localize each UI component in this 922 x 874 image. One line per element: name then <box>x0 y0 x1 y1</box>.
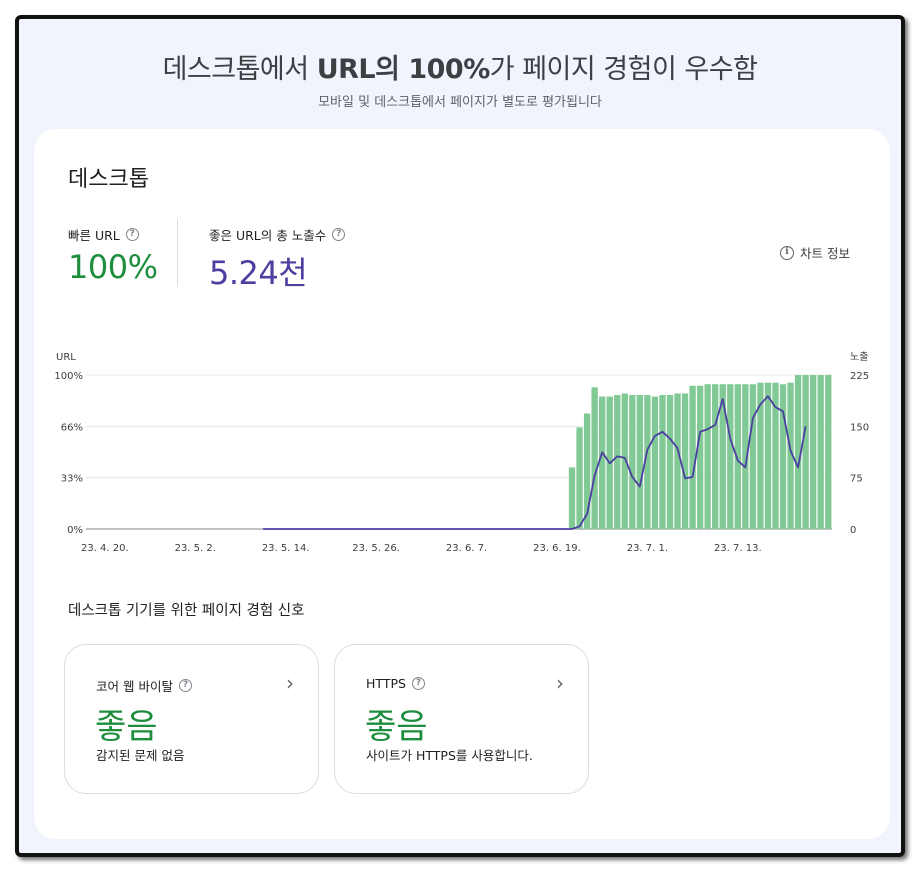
chart-bar <box>779 384 787 529</box>
signal-title: 코어 웹 바이탈 <box>96 679 173 694</box>
window-frame: 데스크톱에서 URL의 100%가 페이지 경험이 우수함 모바일 및 데스크톱… <box>15 15 905 857</box>
help-icon[interactable]: ? <box>178 679 192 692</box>
chart-bar <box>825 375 832 529</box>
metric-value: 100% <box>68 248 158 286</box>
x-tick-label: 23. 5. 14. <box>262 543 310 554</box>
chart-bar <box>696 385 704 529</box>
help-icon[interactable]: ? <box>125 228 139 241</box>
chart-bar <box>629 395 636 529</box>
y-left-axis-label: URL <box>56 352 76 363</box>
help-icon[interactable]: ? <box>411 677 425 690</box>
chart-bar <box>802 375 809 529</box>
y-right-tick-label: 225 <box>850 371 869 382</box>
x-tick-label: 23. 5. 26. <box>352 543 400 554</box>
metric-label: 빠른 URL <box>68 228 120 243</box>
chart-bar <box>712 384 719 529</box>
y-left-tick-label: 66% <box>61 422 83 433</box>
x-tick-label: 23. 7. 1. <box>627 543 668 554</box>
x-tick-label: 23. 6. 19. <box>533 543 581 554</box>
chart-bar <box>674 393 681 529</box>
chart-bar <box>817 375 824 529</box>
signal-description: 사이트가 HTTPS를 사용합니다. <box>366 748 533 763</box>
chart-bar <box>576 427 583 529</box>
chart-info-button[interactable]: i 차트 정보 <box>780 243 850 262</box>
signal-status: 좋음 <box>95 707 158 747</box>
page-experience-chart: 0% 33% 66% 100% 0 75 150 225 URL 노출 23. 4. 20. 23. … <box>54 351 869 554</box>
chart-bar <box>659 395 666 529</box>
chevron-right-icon: › <box>286 671 294 695</box>
chart-bar <box>666 395 674 529</box>
y-right-tick-label: 75 <box>850 474 863 485</box>
chart-bar <box>591 387 598 529</box>
chart-bar <box>681 393 689 529</box>
chevron-right-icon: › <box>556 671 564 695</box>
y-left-tick-label: 33% <box>61 474 83 485</box>
chart-bar <box>764 382 772 529</box>
chart-bar <box>689 385 696 529</box>
y-left-tick-label: 0% <box>67 525 83 536</box>
signal-card-core-web-vitals[interactable]: 코어 웹 바이탈? › 좋음 감지된 문제 없음 <box>64 644 319 794</box>
desktop-card: 데스크톱 빠른 URL? 100% 좋은 URL의 총 노출수? 5.24천 i… <box>34 129 890 839</box>
metric-fast-urls: 빠른 URL? 100% <box>68 225 158 286</box>
signal-card-https[interactable]: HTTPS? › 좋음 사이트가 HTTPS를 사용합니다. <box>334 644 589 794</box>
page-subtitle: 모바일 및 데스크톱에서 페이지가 별도로 평가됩니다 <box>318 95 602 110</box>
signal-title: HTTPS <box>366 676 406 691</box>
x-tick-label: 23. 5. 2. <box>175 543 216 554</box>
metric-good-impressions: 좋은 URL의 총 노출수? 5.24천 <box>209 225 346 294</box>
chart-bar <box>599 396 606 529</box>
chart-bar <box>614 395 621 529</box>
chart-bar <box>651 396 659 529</box>
signal-description: 감지된 문제 없음 <box>96 748 185 763</box>
y-right-axis-label: 노출 <box>850 351 868 363</box>
chart-info-label: 차트 정보 <box>800 246 850 261</box>
info-icon: i <box>780 245 795 260</box>
x-tick-label: 23. 6. 7. <box>446 543 487 554</box>
metric-value: 5.24천 <box>209 254 308 292</box>
metric-divider <box>177 219 178 287</box>
chart-bar <box>727 384 734 529</box>
chart-bar <box>704 384 711 529</box>
chart-bar <box>749 384 757 529</box>
chart-bar <box>636 395 644 529</box>
metric-label: 좋은 URL의 총 노출수 <box>209 228 327 243</box>
signals-section-title: 데스크톱 기기를 위한 페이지 경험 신호 <box>68 603 305 619</box>
card-title: 데스크톱 <box>68 167 149 192</box>
signal-status: 좋음 <box>365 707 428 747</box>
chart-bar <box>809 375 817 529</box>
chart-bar <box>568 467 576 529</box>
y-right-tick-label: 0 <box>850 525 856 536</box>
y-left-tick-label: 100% <box>54 371 83 382</box>
x-tick-label: 23. 7. 13. <box>714 543 762 554</box>
help-icon[interactable]: ? <box>332 228 346 241</box>
y-right-tick-label: 150 <box>850 422 869 433</box>
x-tick-label: 23. 4. 20. <box>81 543 129 554</box>
page-title: 데스크톱에서 URL의 100%가 페이지 경험이 우수함 <box>162 54 758 85</box>
